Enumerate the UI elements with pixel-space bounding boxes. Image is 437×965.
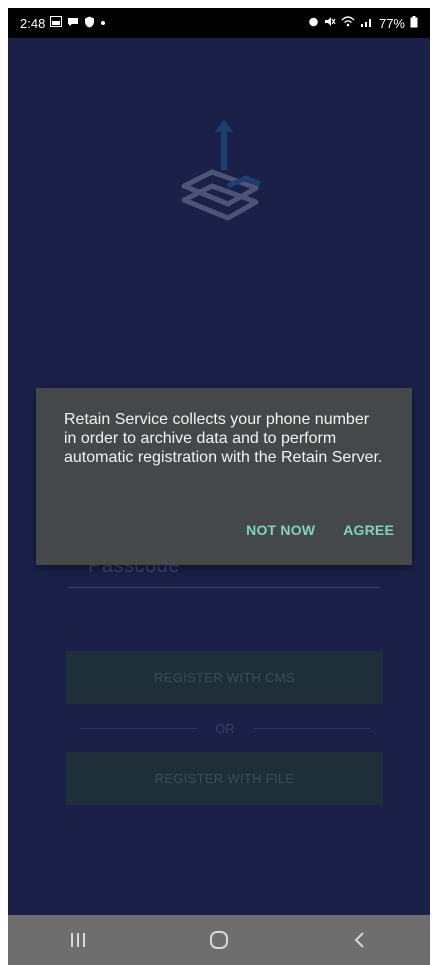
status-time: 2:48 [20,15,46,31]
not-now-button[interactable]: NOT NOW [246,522,315,538]
signal-icon [360,16,374,30]
or-divider: OR [80,718,370,738]
divider-line-left [80,727,198,729]
app-screen: 2:48 77% Passcode REGISTER WITH CMS OR R… [8,8,430,965]
register-with-cms-button[interactable]: REGISTER WITH CMS [66,651,383,704]
register-with-file-button[interactable]: REGISTER WITH FILE [66,752,383,805]
agree-button[interactable]: AGREE [343,522,394,538]
battery-icon [410,15,418,31]
battery-percent: 77% [378,15,405,31]
wifi-icon [341,16,355,30]
back-icon[interactable] [330,920,390,960]
gallery-notification-icon [50,16,63,30]
status-right: 77% [308,15,418,31]
dialog-actions: NOT NOW AGREE [246,522,394,538]
permission-dialog: Retain Service collects your phone numbe… [36,388,412,565]
retain-logo-icon [176,120,264,230]
message-notification-icon [67,16,79,30]
status-bar: 2:48 77% [8,8,430,38]
dialog-message: Retain Service collects your phone numbe… [64,411,383,466]
recents-icon[interactable] [48,920,108,960]
navigation-bar [8,915,430,965]
status-left: 2:48 [20,16,106,31]
dot-notification-icon [100,18,106,29]
home-icon[interactable] [189,920,249,960]
mute-icon [324,16,336,30]
shield-notification-icon [84,16,95,31]
alarm-icon [308,16,319,30]
or-label: OR [215,720,235,736]
divider-line-right [252,727,370,729]
